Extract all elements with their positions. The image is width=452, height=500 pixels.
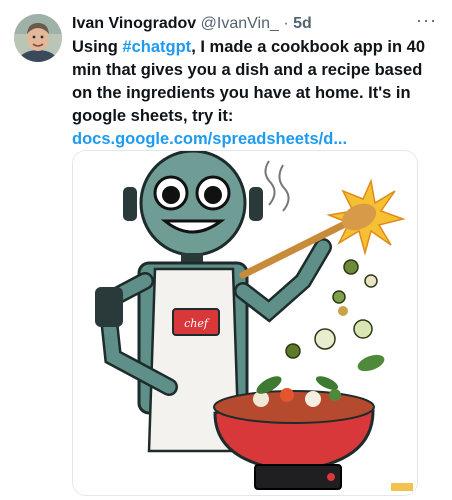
hashtag-link[interactable]: #chatgpt (122, 38, 191, 56)
separator: · (283, 15, 289, 32)
spreadsheet-link[interactable]: docs.google.com/spreadsheets/d... (72, 130, 347, 148)
author-name[interactable]: Ivan Vinogradov (72, 15, 196, 32)
author-handle[interactable]: @IvanVin_ (201, 15, 279, 32)
apron-logo-text: chef (184, 317, 210, 330)
tweet-header: Ivan Vinogradov @IvanVin_ · 5d (72, 13, 438, 35)
avatar-photo (14, 14, 62, 62)
avatar[interactable] (14, 14, 62, 62)
tweet-image[interactable]: chef (72, 150, 418, 496)
robot-chef-cooking-illustration: chef (73, 151, 417, 495)
timestamp[interactable]: 5d (293, 15, 312, 32)
more-icon[interactable]: ··· (416, 11, 436, 33)
tweet-text: Using #chatgpt, I made a cookbook app in… (72, 36, 442, 151)
tweet-text-part1: Using (72, 38, 123, 56)
